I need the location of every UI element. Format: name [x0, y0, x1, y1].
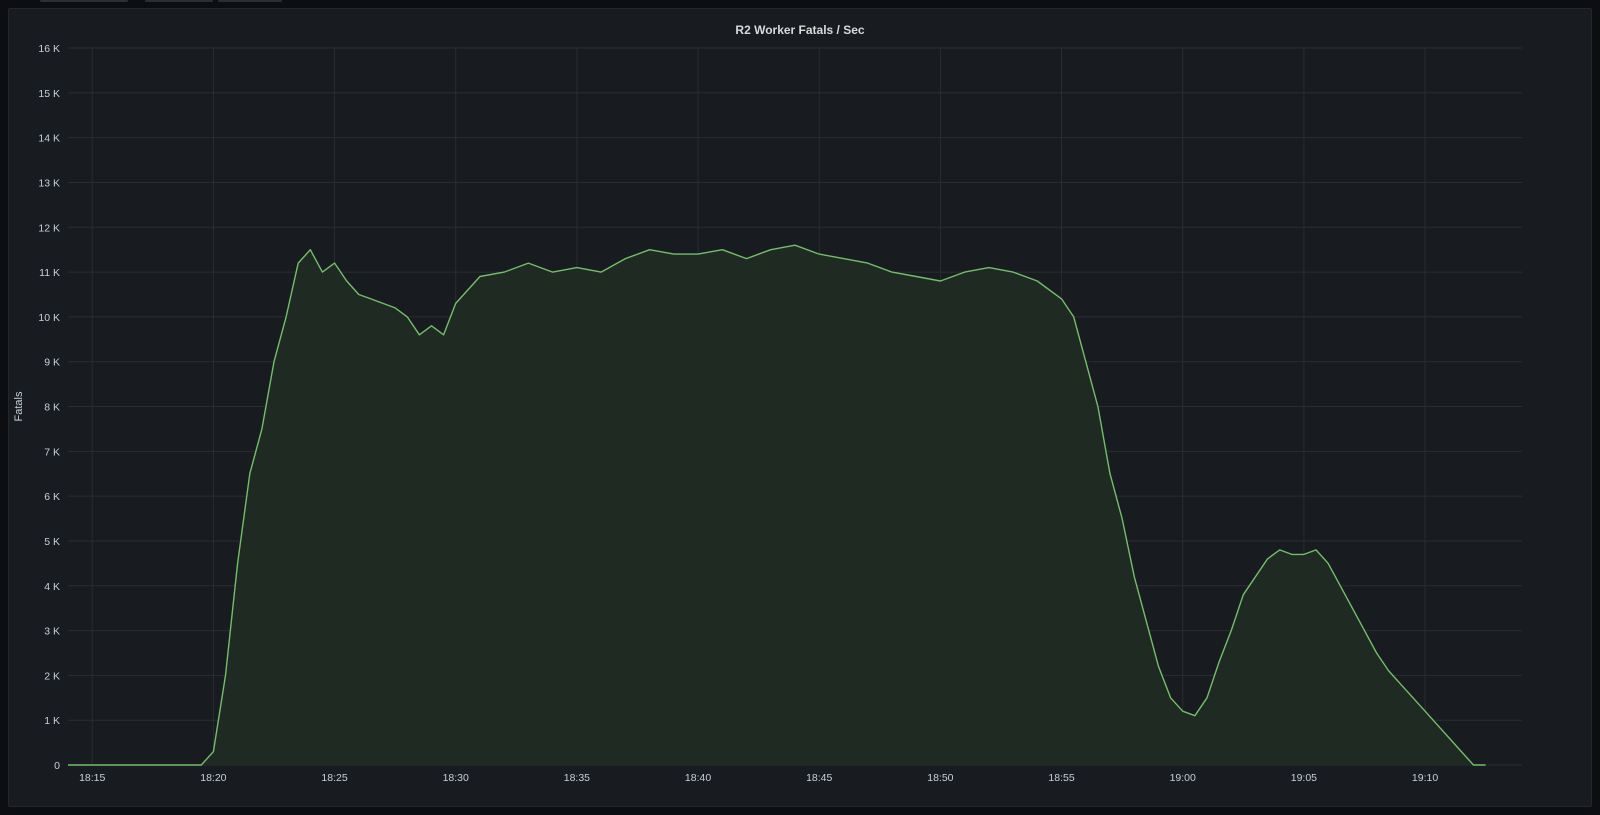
y-tick-label: 14 K — [38, 133, 60, 145]
x-tick-label: 18:15 — [79, 772, 105, 784]
x-tick-label: 18:45 — [806, 772, 832, 784]
y-tick-label: 10 K — [38, 312, 60, 324]
y-tick-label: 15 K — [38, 88, 60, 100]
y-tick-label: 16 K — [38, 43, 60, 55]
y-tick-label: 4 K — [44, 581, 60, 593]
x-tick-label: 18:40 — [685, 772, 711, 784]
x-tick-label: 19:10 — [1412, 772, 1438, 784]
y-tick-label: 9 K — [44, 357, 60, 369]
x-tick-label: 19:00 — [1170, 772, 1196, 784]
y-tick-label: 7 K — [44, 446, 60, 458]
y-axis-label: Fatals — [13, 391, 25, 421]
x-tick-label: 18:55 — [1048, 772, 1074, 784]
y-tick-label: 1 K — [44, 715, 60, 727]
y-axis: 0 1 K 2 K 3 K 4 K 5 K 6 K 7 K 8 K 9 K 10 K 11 K 12 K… — [38, 43, 60, 772]
series-area — [68, 245, 1486, 765]
y-tick-label: 6 K — [44, 491, 60, 503]
y-tick-label: 13 K — [38, 177, 60, 189]
y-tick-label: 8 K — [44, 402, 60, 414]
y-tick-label: 3 K — [44, 626, 60, 638]
x-tick-label: 19:05 — [1291, 772, 1317, 784]
x-tick-label: 18:30 — [443, 772, 469, 784]
y-tick-label: 5 K — [44, 536, 60, 548]
x-tick-label: 18:35 — [564, 772, 590, 784]
x-tick-label: 18:20 — [200, 772, 226, 784]
y-tick-label: 11 K — [39, 267, 60, 279]
y-tick-label: 0 — [54, 760, 60, 772]
x-tick-label: 18:25 — [321, 772, 347, 784]
x-axis: 18:15 18:20 18:25 18:30 18:35 18:40 18:45 18:50… — [79, 772, 1438, 784]
timeseries-chart: 0 1 K 2 K 3 K 4 K 5 K 6 K 7 K 8 K 9 K 10 K 11 K 12 K… — [13, 43, 1522, 784]
x-tick-label: 18:50 — [927, 772, 953, 784]
y-tick-label: 2 K — [44, 670, 60, 682]
y-tick-label: 12 K — [38, 222, 60, 234]
